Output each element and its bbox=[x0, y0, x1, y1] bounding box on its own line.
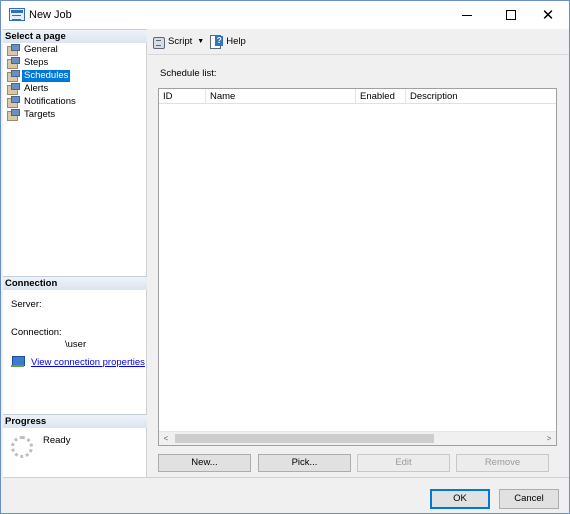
page-icon bbox=[7, 44, 20, 56]
scroll-left-icon[interactable]: < bbox=[159, 432, 173, 445]
sidebar-item-label: General bbox=[24, 43, 58, 55]
connection-header: Connection bbox=[3, 276, 147, 290]
script-label: Script bbox=[168, 36, 193, 47]
main-panel: Script ▼ Help Schedule list: ID Name Ena… bbox=[148, 29, 569, 477]
minimize-icon bbox=[462, 14, 472, 16]
page-icon bbox=[7, 57, 20, 69]
sidebar-item-alerts[interactable]: Alerts bbox=[7, 82, 50, 95]
column-header-name[interactable]: Name bbox=[206, 89, 356, 104]
page-icon bbox=[7, 109, 20, 121]
sidebar-item-label: Targets bbox=[24, 108, 56, 120]
page-icon bbox=[7, 70, 20, 82]
script-button[interactable]: Script ▼ bbox=[153, 35, 204, 49]
horizontal-scrollbar[interactable]: < > bbox=[159, 431, 556, 445]
connection-label: Connection: bbox=[11, 327, 62, 338]
page-icon bbox=[7, 83, 20, 95]
new-job-window: New Job ✕ Select a page General Steps Sc… bbox=[0, 0, 570, 514]
grid-header: ID Name Enabled Description bbox=[159, 89, 556, 104]
chevron-down-icon[interactable]: ▼ bbox=[197, 38, 204, 45]
sidebar-item-targets[interactable]: Targets bbox=[7, 108, 57, 121]
window-title: New Job bbox=[29, 9, 72, 21]
schedule-list-grid[interactable]: ID Name Enabled Description < > bbox=[158, 88, 557, 446]
toolbar: Script ▼ Help bbox=[148, 29, 569, 55]
new-schedule-button[interactable]: New... bbox=[158, 454, 251, 472]
server-label: Server: bbox=[11, 299, 42, 310]
edit-schedule-button[interactable]: Edit bbox=[357, 454, 450, 472]
schedule-list-label: Schedule list: bbox=[160, 68, 217, 79]
left-panel: Select a page General Steps Schedules Al… bbox=[3, 29, 147, 477]
sidebar-item-general[interactable]: General bbox=[7, 43, 60, 56]
maximize-icon bbox=[506, 10, 516, 20]
title-bar: New Job ✕ bbox=[1, 1, 569, 29]
progress-status: Ready bbox=[43, 435, 71, 446]
sidebar-item-label: Notifications bbox=[24, 95, 76, 107]
close-icon: ✕ bbox=[541, 6, 555, 24]
footer-divider bbox=[3, 477, 569, 478]
help-label: Help bbox=[226, 36, 246, 47]
sidebar-item-label: Schedules bbox=[22, 69, 71, 82]
ok-button[interactable]: OK bbox=[430, 489, 490, 509]
column-header-id[interactable]: ID bbox=[159, 89, 206, 104]
help-button[interactable]: Help bbox=[210, 35, 246, 49]
sidebar-item-schedules[interactable]: Schedules bbox=[7, 69, 71, 82]
page-icon bbox=[7, 96, 20, 108]
column-header-enabled[interactable]: Enabled bbox=[356, 89, 406, 104]
column-header-description[interactable]: Description bbox=[406, 89, 556, 104]
script-icon bbox=[153, 35, 165, 49]
view-connection-properties-label: View connection properties bbox=[31, 356, 145, 368]
app-icon bbox=[9, 8, 25, 21]
sidebar-item-notifications[interactable]: Notifications bbox=[7, 95, 78, 108]
view-connection-properties-link[interactable]: View connection properties bbox=[11, 356, 145, 368]
connection-value: \user bbox=[65, 339, 87, 350]
sidebar-item-label: Steps bbox=[24, 56, 49, 68]
pick-schedule-button[interactable]: Pick... bbox=[258, 454, 351, 472]
cancel-button[interactable]: Cancel bbox=[499, 489, 559, 509]
help-icon bbox=[210, 35, 224, 49]
scroll-right-icon[interactable]: > bbox=[542, 432, 556, 445]
progress-spinner-icon bbox=[11, 436, 33, 458]
progress-header: Progress bbox=[3, 414, 147, 428]
select-page-header: Select a page bbox=[3, 29, 147, 43]
close-button[interactable]: ✕ bbox=[528, 1, 568, 29]
scrollbar-thumb[interactable] bbox=[175, 434, 434, 443]
remove-schedule-button[interactable]: Remove bbox=[456, 454, 549, 472]
connection-properties-icon bbox=[11, 356, 25, 368]
minimize-button[interactable] bbox=[447, 1, 487, 29]
sidebar-item-label: Alerts bbox=[24, 82, 49, 94]
maximize-button[interactable] bbox=[491, 1, 531, 29]
sidebar-item-steps[interactable]: Steps bbox=[7, 56, 50, 69]
